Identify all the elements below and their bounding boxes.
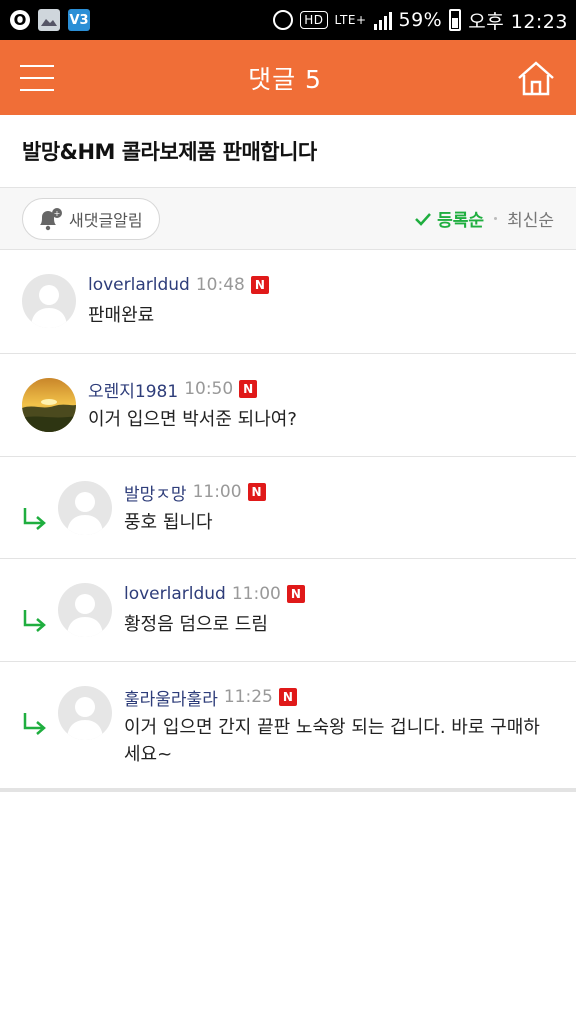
new-comment-alert-label: 새댓글알림 <box>69 210 143 230</box>
comment-reply-item[interactable]: 발망ㅈ망 11:00 N 풍호 됩니다 <box>0 457 576 559</box>
comment-toolbar: + 새댓글알림 등록순 최신순 <box>0 188 576 250</box>
comment-text: 판매완료 <box>88 305 155 326</box>
reply-arrow-icon <box>23 610 46 632</box>
comment-text: 풍호 됩니다 <box>124 512 213 533</box>
avatar[interactable] <box>58 686 112 740</box>
avatar[interactable] <box>58 481 112 535</box>
sort-by-latest[interactable]: 최신순 <box>507 206 554 231</box>
svg-text:+: + <box>54 209 61 218</box>
battery-percent: 59% <box>398 9 443 31</box>
signal-icon <box>373 10 392 30</box>
status-bar: O V3 HD LTE+ 59% 오후 12:23 <box>0 0 576 40</box>
avatar[interactable] <box>58 583 112 637</box>
comment-time: 11:00 <box>231 584 281 604</box>
new-badge: N <box>247 483 266 501</box>
clock: 오후 12:23 <box>468 10 568 33</box>
sort-options: 등록순 최신순 <box>415 206 554 231</box>
comment-item[interactable]: loverlarldud 10:48 N 판매완료 <box>0 250 576 354</box>
comment-list: loverlarldud 10:48 N 판매완료 오렌지1981 10:50 … <box>0 250 576 789</box>
comment-author[interactable]: loverlarldud <box>88 275 190 295</box>
comment-text: 이거 입으면 박서준 되나여? <box>88 409 297 430</box>
lte-icon: LTE+ <box>334 13 367 27</box>
comment-author[interactable]: loverlarldud <box>124 584 226 604</box>
hd-voice-icon: HD <box>300 11 328 29</box>
comment-time: 11:25 <box>223 687 273 707</box>
battery-icon <box>449 9 462 31</box>
app-notification-icon: O <box>10 10 30 30</box>
bell-icon: + <box>40 207 62 230</box>
app-header: 댓글 5 <box>0 40 576 115</box>
sort-active-label: 등록순 <box>437 211 485 231</box>
reply-arrow-icon <box>23 508 46 530</box>
list-bottom-divider <box>0 789 576 792</box>
avatar-photo[interactable] <box>22 378 76 432</box>
new-badge: N <box>286 585 305 603</box>
post-title-bar: 발망&HM 콜라보제품 판매합니다 <box>0 115 576 188</box>
sort-separator <box>494 217 498 220</box>
comment-reply-item[interactable]: 훌라울라훌라 11:25 N 이거 입으면 간지 끝판 노숙왕 되는 겁니다. … <box>0 662 576 789</box>
alarm-icon <box>273 10 294 30</box>
sort-by-registration[interactable]: 등록순 <box>415 206 484 231</box>
menu-icon[interactable] <box>20 64 54 91</box>
comment-time: 10:48 <box>195 275 245 295</box>
home-icon[interactable] <box>516 60 556 96</box>
new-badge: N <box>250 276 269 294</box>
comment-reply-item[interactable]: loverlarldud 11:00 N 황정음 덤으로 드림 <box>0 559 576 662</box>
comment-author[interactable]: 오렌지1981 <box>88 377 178 402</box>
comment-item[interactable]: 오렌지1981 10:50 N 이거 입으면 박서준 되나여? <box>0 354 576 457</box>
page-title: 댓글 5 <box>248 64 322 94</box>
comment-text: 이거 입으면 간지 끝판 노숙왕 되는 겁니다. 바로 구매하세요~ <box>124 717 540 765</box>
post-title: 발망&HM 콜라보제품 판매합니다 <box>22 140 317 164</box>
reply-arrow-icon <box>23 713 46 735</box>
avatar[interactable] <box>22 274 76 328</box>
comment-text: 황정음 덤으로 드림 <box>124 614 268 635</box>
image-notification-icon <box>38 9 60 31</box>
comment-author[interactable]: 발망ㅈ망 <box>124 480 187 505</box>
comment-author[interactable]: 훌라울라훌라 <box>124 685 218 710</box>
new-badge: N <box>239 380 258 398</box>
v3-notification-icon: V3 <box>68 9 90 31</box>
comment-time: 11:00 <box>192 482 242 502</box>
new-comment-alert-button[interactable]: + 새댓글알림 <box>22 197 160 240</box>
comment-time: 10:50 <box>184 379 234 399</box>
check-icon <box>415 212 432 226</box>
new-badge: N <box>278 688 297 706</box>
